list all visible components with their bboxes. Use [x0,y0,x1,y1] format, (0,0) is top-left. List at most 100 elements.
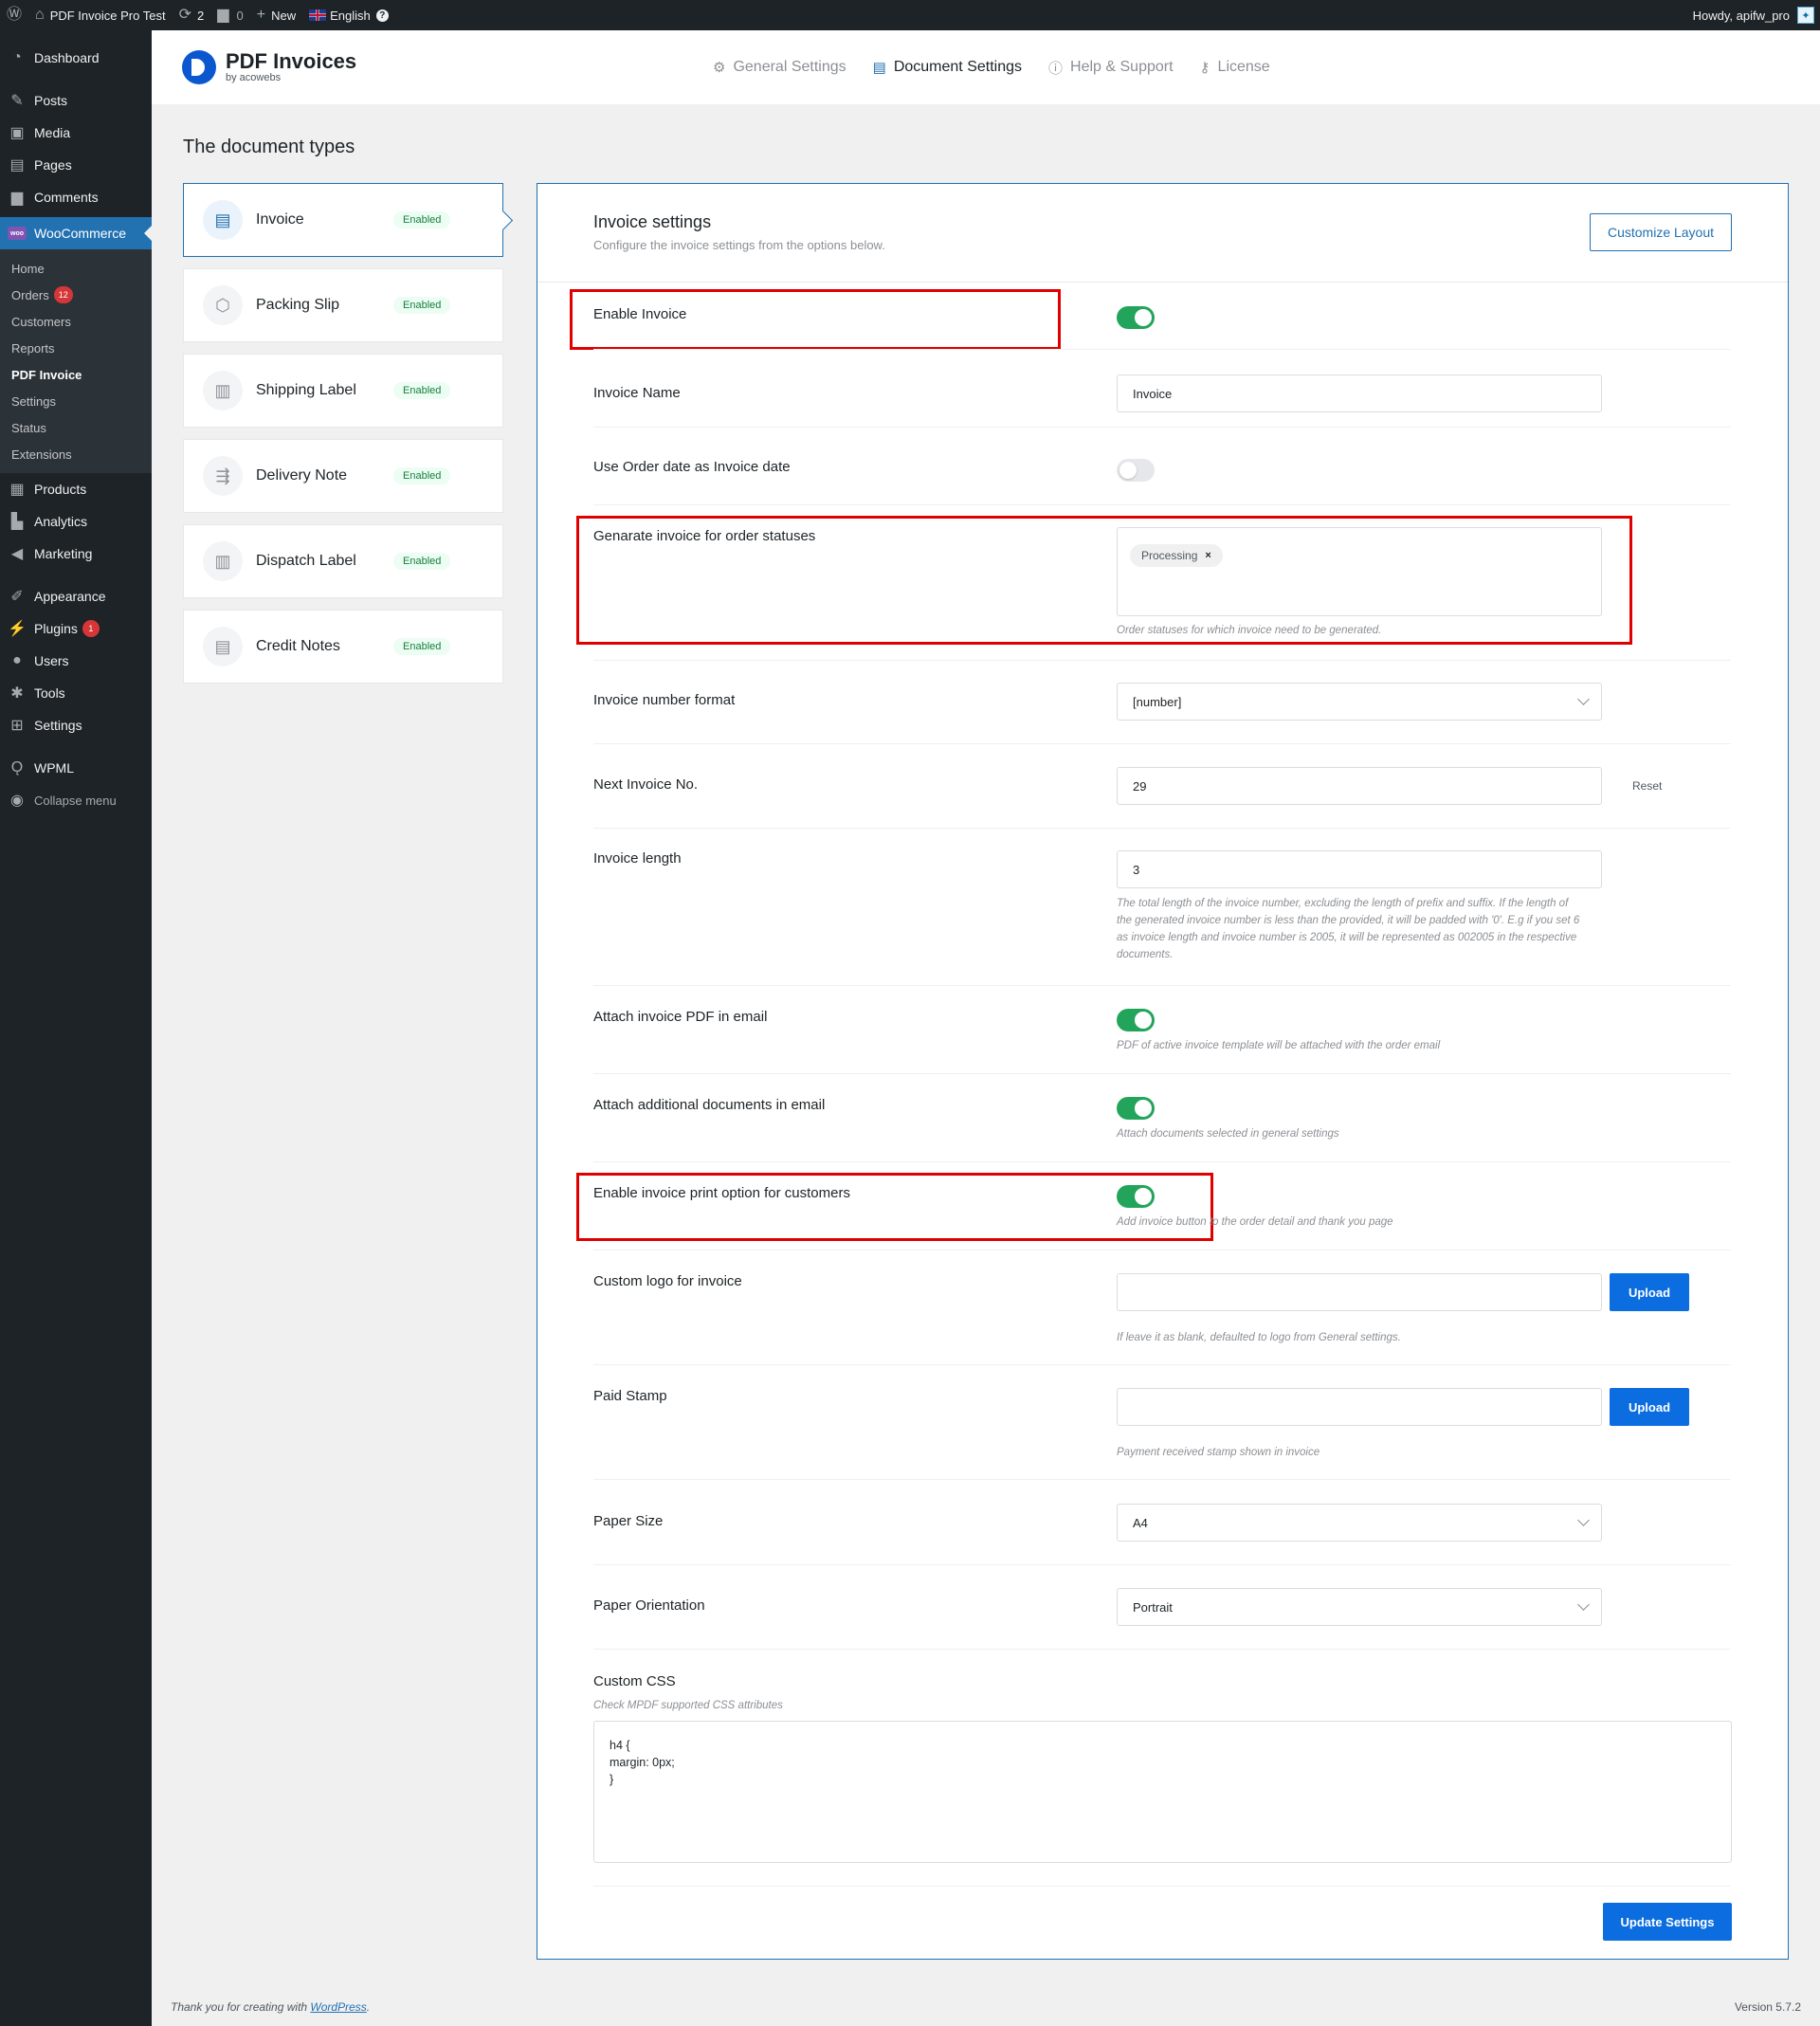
collapse-menu-button[interactable]: ◉ Collapse menu [0,784,152,816]
attach-pdf-toggle[interactable] [1117,1009,1155,1031]
new-content-link[interactable]: + New [250,0,302,30]
doc-card-shipping-label[interactable]: ▥ Shipping Label Enabled [183,354,503,428]
submenu-home[interactable]: Home [0,255,152,282]
doc-card-label: Packing Slip [256,297,340,313]
sidebar-item-settings[interactable]: ⊞ Settings [0,709,152,741]
tab-general-settings[interactable]: ⚙ General Settings [713,55,846,80]
attach-additional-toggle[interactable] [1117,1097,1155,1120]
site-name: PDF Invoice Pro Test [49,8,166,23]
number-format-select[interactable]: [number] [1117,683,1602,721]
tab-help-support[interactable]: ⓘ Help & Support [1048,55,1174,80]
paid-stamp-input[interactable] [1117,1388,1602,1426]
sidebar-item-label: Posts [34,93,68,108]
use-order-date-toggle[interactable] [1117,459,1155,482]
status-badge: Enabled [393,297,451,314]
sidebar-item-tools[interactable]: ✱ Tools [0,677,152,709]
enable-invoice-toggle[interactable] [1117,306,1155,329]
custom-css-textarea[interactable]: h4 { margin: 0px; } [593,1721,1732,1863]
tab-license[interactable]: ⚷ License [1200,55,1270,80]
status-badge: Enabled [393,382,451,399]
sidebar-item-label: Comments [34,190,99,205]
paper-size-label: Paper Size [593,1513,664,1529]
doc-card-credit-notes[interactable]: ▤ Credit Notes Enabled [183,610,503,684]
help-icon: ? [375,9,389,22]
sidebar-item-plugins[interactable]: ⚡ Plugins 1 [0,612,152,645]
sidebar-item-users[interactable]: ● Users [0,645,152,677]
sidebar-item-marketing[interactable]: ◀ Marketing [0,538,152,570]
upload-logo-button[interactable]: Upload [1610,1273,1689,1311]
custom-logo-label: Custom logo for invoice [593,1273,742,1289]
invoice-length-input[interactable]: 3 [1117,850,1602,888]
comments-link[interactable]: ▆ 0 [210,0,250,30]
submenu-settings[interactable]: Settings [0,388,152,414]
admin-sidebar: ◔ Dashboard ✎ Posts ▣ Media ▤ Pages ▆ Comment… [0,30,152,2026]
order-statuses-select[interactable]: Processing × [1117,527,1602,616]
divider [593,660,1731,661]
top-navigation: ⚙ General Settings ▤ Document Settings ⓘ He… [713,55,1270,80]
language-label: English [330,8,371,23]
help-line: the generated invoice number is less tha… [1117,915,1580,926]
reset-link[interactable]: Reset [1632,779,1662,793]
updates-link[interactable]: ⟳ 2 [173,0,211,30]
sidebar-item-analytics[interactable]: ▙ Analytics [0,505,152,538]
comment-icon: ▆ [10,190,24,206]
sidebar-item-posts[interactable]: ✎ Posts [0,84,152,117]
panel-subtitle: Configure the invoice settings from the … [593,238,885,252]
submenu-status[interactable]: Status [0,414,152,441]
paper-orientation-select[interactable]: Portrait [1117,1588,1602,1626]
remove-chip-icon[interactable]: × [1205,550,1210,561]
paid-stamp-help: Payment received stamp shown in invoice [1117,1447,1320,1458]
toggle-knob [1135,309,1152,326]
invoice-name-input[interactable]: Invoice [1117,374,1602,412]
invoice-settings-panel: Invoice settings Configure the invoice s… [537,183,1789,1960]
new-label: New [271,8,297,23]
divider [593,349,1731,350]
divider [593,427,1731,428]
next-invoice-no-input[interactable]: 29 [1117,767,1602,805]
upload-stamp-button[interactable]: Upload [1610,1388,1689,1426]
chevron-down-icon [1577,1598,1590,1611]
brand-subtitle: by acowebs [226,72,282,83]
chip-label: Processing [1141,549,1198,562]
doc-card-packing-slip[interactable]: ⬡ Packing Slip Enabled [183,268,503,342]
tab-document-settings[interactable]: ▤ Document Settings [873,55,1022,80]
sidebar-item-comments[interactable]: ▆ Comments [0,181,152,213]
sidebar-item-appearance[interactable]: ✐ Appearance [0,580,152,612]
attach-additional-label: Attach additional documents in email [593,1097,826,1113]
submenu-reports[interactable]: Reports [0,335,152,361]
custom-logo-input[interactable] [1117,1273,1602,1311]
customize-layout-button[interactable]: Customize Layout [1590,213,1732,251]
comment-icon: ▆ [217,7,229,23]
submenu-customers[interactable]: Customers [0,308,152,335]
sidebar-item-pages[interactable]: ▤ Pages [0,149,152,181]
wordpress-link[interactable]: WordPress [310,2000,366,2014]
language-switcher[interactable]: English? [302,0,395,30]
paper-size-select[interactable]: A4 [1117,1504,1602,1542]
user-greeting[interactable]: Howdy, apifw_pro [1693,9,1790,23]
bar-chart-icon: ▙ [10,514,24,530]
doc-card-delivery-note[interactable]: ⇶ Delivery Note Enabled [183,439,503,513]
avatar[interactable]: ✦ [1797,7,1814,24]
submenu-orders[interactable]: Orders 12 [0,282,152,308]
custom-css-help: Check MPDF supported CSS attributes [593,1700,783,1711]
order-statuses-help: Order statuses for which invoice need to… [1117,625,1382,636]
attach-additional-help: Attach documents selected in general set… [1117,1128,1339,1140]
sidebar-item-products[interactable]: ▦ Products [0,473,152,505]
wordpress-logo[interactable]: Ⓦ [0,0,28,30]
sidebar-item-dashboard[interactable]: ◔ Dashboard [0,42,152,74]
sidebar-item-wpml[interactable]: Ǫ WPML [0,752,152,784]
update-settings-button[interactable]: Update Settings [1603,1903,1732,1941]
sidebar-item-woocommerce[interactable]: woo WooCommerce [0,217,152,249]
brand-title: PDF Invoices [226,49,357,73]
submenu-pdf-invoice[interactable]: PDF Invoice [0,361,152,388]
doc-card-dispatch-label[interactable]: ▥ Dispatch Label Enabled [183,524,503,598]
submenu-extensions[interactable]: Extensions [0,441,152,467]
site-name-link[interactable]: ⌂ PDF Invoice Pro Test [28,0,173,30]
woocommerce-submenu: Home Orders 12 Customers Reports PDF Invo… [0,249,152,473]
status-badge: Enabled [393,638,451,655]
print-option-toggle[interactable] [1117,1185,1155,1208]
sidebar-item-media[interactable]: ▣ Media [0,117,152,149]
help-circle-icon: ⓘ [1048,60,1064,77]
document-types-title: The document types [183,137,355,157]
doc-card-invoice[interactable]: ▤ Invoice Enabled [183,183,503,257]
